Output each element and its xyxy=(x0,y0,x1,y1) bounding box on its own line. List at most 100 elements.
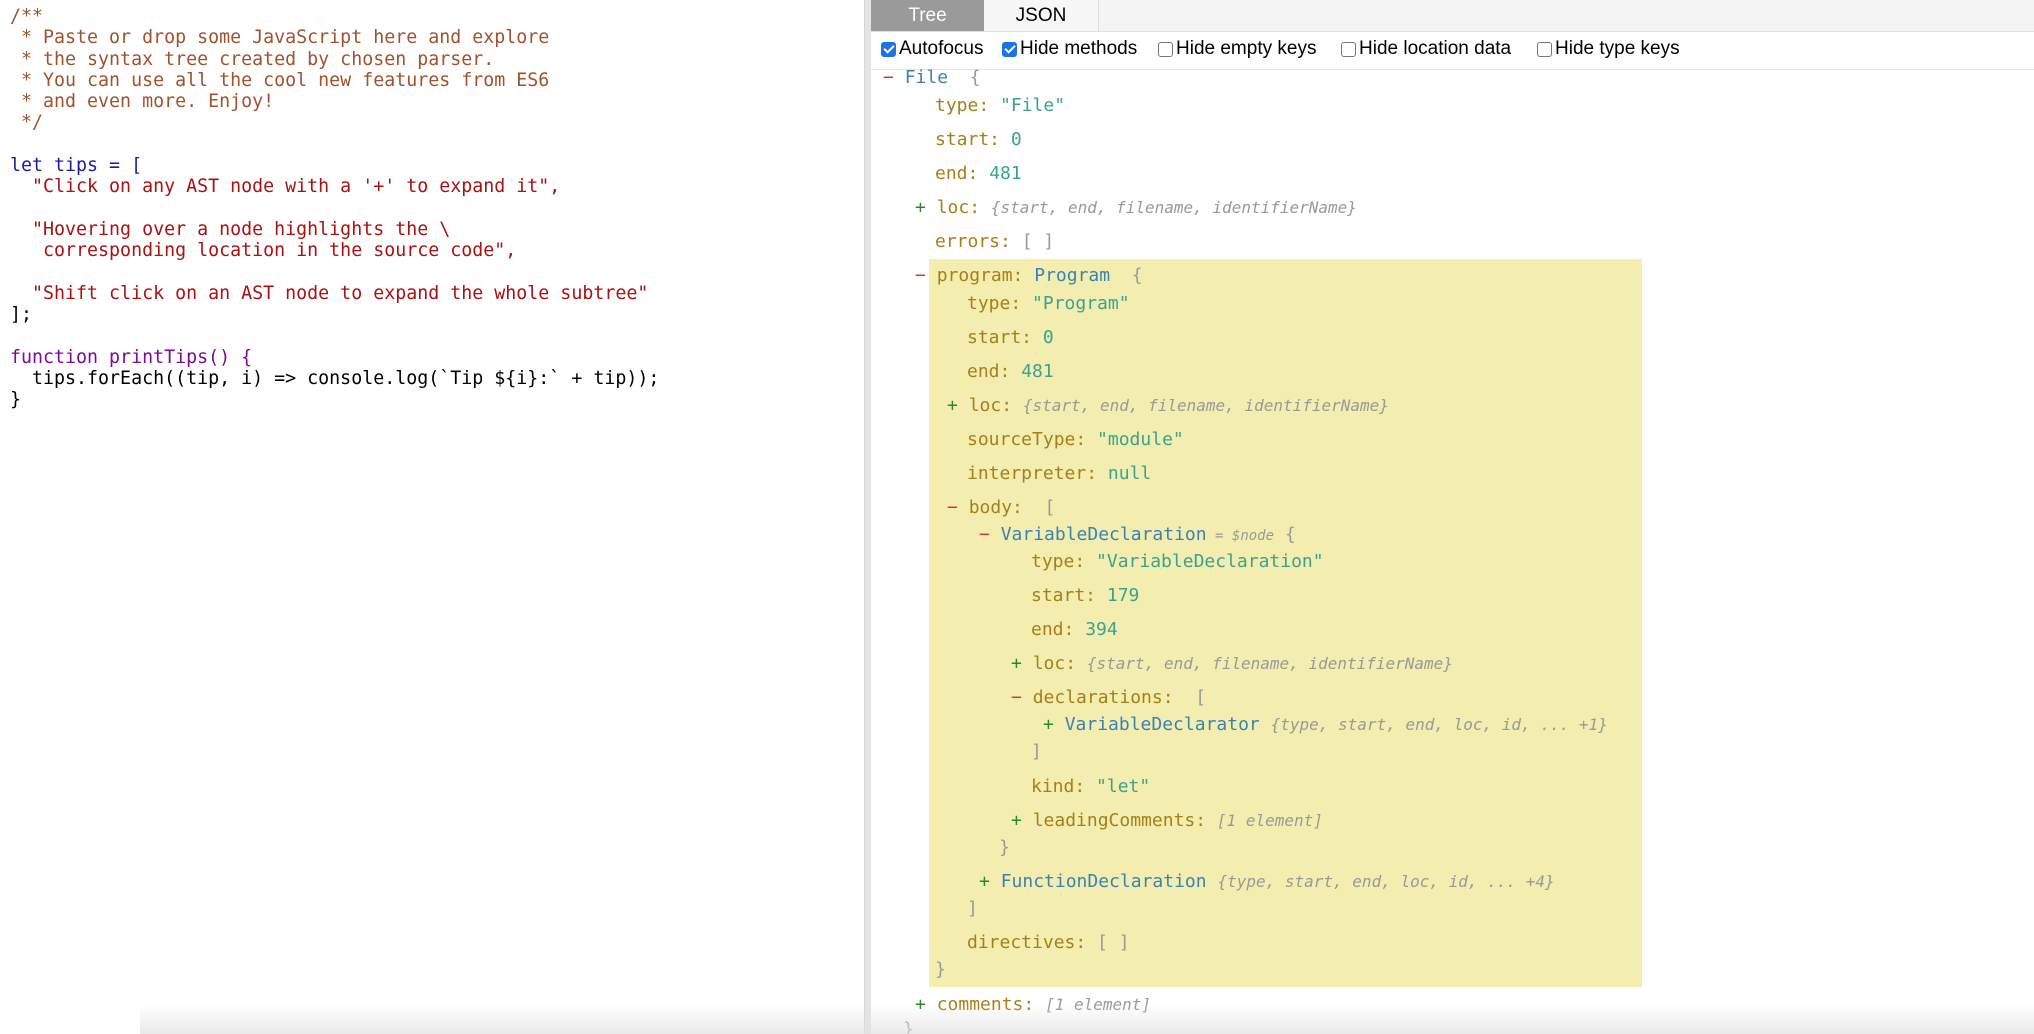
prop-key: type: xyxy=(967,293,1033,314)
code-editor[interactable]: /** * Paste or drop some JavaScript here… xyxy=(0,0,864,1034)
code-line: "Hovering over a node highlights the \ xyxy=(10,218,451,240)
bracket: [ xyxy=(1184,687,1207,708)
prop-key: type: xyxy=(1031,551,1097,572)
expand-toggle[interactable]: + xyxy=(1043,714,1065,735)
prop-key: start: xyxy=(967,327,1043,348)
tree-prop-start: start: 0 xyxy=(935,128,1022,152)
node-type: VariableDeclaration xyxy=(1000,524,1207,545)
prop-value: 0 xyxy=(1010,129,1022,150)
tree-prop-end: end: 394 xyxy=(1031,618,1118,642)
brace-close: } xyxy=(935,959,946,980)
code-line: ]; xyxy=(10,304,33,326)
tree-prop-body[interactable]: − body: [ xyxy=(947,496,1055,520)
prop-key: end: xyxy=(967,361,1022,382)
prop-value: "Program" xyxy=(1032,293,1130,314)
tree-prop-start: start: 0 xyxy=(967,326,1054,350)
tree-prop-directives: directives: [ ] xyxy=(967,931,1130,955)
tree-prop-loc[interactable]: + loc: {start, end, filename, identifier… xyxy=(915,196,1357,220)
node-summary: {type, start, end, loc, id, ... +4} xyxy=(1217,872,1555,891)
code-text[interactable]: /** * Paste or drop some JavaScript here… xyxy=(10,6,659,411)
output-pane: Tree JSON Autofocus Hide methods Hide em… xyxy=(871,0,2034,1034)
code-line: * and even more. Enjoy! xyxy=(10,91,275,113)
tree-prop-kind: kind: "let" xyxy=(1031,775,1150,799)
prop-value: "File" xyxy=(1000,95,1066,116)
code-line: corresponding location in the source cod… xyxy=(10,240,517,262)
collapse-toggle[interactable]: − xyxy=(1011,687,1033,708)
tree-prop-leading-comments[interactable]: + leadingComments: [1 element] xyxy=(1011,809,1323,833)
node-summary: {type, start, end, loc, id, ... +1} xyxy=(1270,715,1608,734)
code-line: let tips = [ xyxy=(10,155,143,177)
tree-prop-interpreter: interpreter: null xyxy=(967,462,1151,486)
prop-value: [ ] xyxy=(1097,932,1130,953)
tree-prop-start: start: 179 xyxy=(1031,584,1139,608)
expand-toggle[interactable]: + xyxy=(915,197,937,218)
tree-prop-sourcetype: sourceType: "module" xyxy=(967,428,1184,452)
prop-value: 0 xyxy=(1042,327,1054,348)
expand-toggle[interactable]: + xyxy=(979,871,1001,892)
brace: { xyxy=(1274,524,1296,545)
prop-key: leadingComments: xyxy=(1032,810,1217,831)
ast-tree: − File { type: "File" start: 0 end: 481 … xyxy=(871,0,2034,1034)
tree-node-variable-declaration[interactable]: − VariableDeclaration = $node { xyxy=(979,523,1296,547)
prop-key: declarations: xyxy=(1032,687,1185,708)
tree-prop-declarations[interactable]: − declarations: [ xyxy=(1011,686,1206,710)
prop-key: loc: xyxy=(968,395,1023,416)
code-line: "Shift click on an AST node to expand th… xyxy=(10,282,649,304)
prop-key: interpreter: xyxy=(967,463,1108,484)
prop-key: body: xyxy=(968,497,1034,518)
expand-toggle[interactable]: + xyxy=(1011,653,1033,674)
prop-value: 179 xyxy=(1106,585,1140,606)
collapse-toggle[interactable]: − xyxy=(979,524,1001,545)
expand-toggle[interactable]: + xyxy=(947,395,969,416)
tree-prop-type: type: "File" xyxy=(935,94,1065,118)
prop-key: start: xyxy=(935,129,1011,150)
tree-prop-loc[interactable]: + loc: {start, end, filename, identifier… xyxy=(1011,652,1453,676)
prop-key: end: xyxy=(1031,619,1086,640)
bracket: [ xyxy=(1033,497,1056,518)
node-type: File xyxy=(904,67,949,88)
tree-prop-end: end: 481 xyxy=(967,360,1054,384)
prop-value: null xyxy=(1107,463,1152,484)
node-type: Program xyxy=(1034,265,1111,286)
code-line: function printTips() { xyxy=(10,346,253,368)
node-hint-text: = $node xyxy=(1215,528,1275,544)
prop-summary: {start, end, filename, identifierName} xyxy=(1022,396,1389,415)
tree-node-function-declaration[interactable]: + FunctionDeclaration {type, start, end,… xyxy=(979,870,1555,894)
prop-value: 481 xyxy=(1021,361,1054,382)
collapse-toggle[interactable]: − xyxy=(915,265,937,286)
prop-key: kind: xyxy=(1031,776,1097,797)
prop-key: errors: xyxy=(935,231,1022,252)
bottom-shadow xyxy=(140,1004,2034,1034)
prop-key: loc: xyxy=(936,197,991,218)
prop-key: loc: xyxy=(1032,653,1087,674)
prop-key: program: xyxy=(936,265,1035,286)
tree-prop-loc[interactable]: + loc: {start, end, filename, identifier… xyxy=(947,394,1389,418)
prop-value: [ ] xyxy=(1021,231,1055,252)
prop-value: "let" xyxy=(1096,776,1151,797)
prop-key: directives: xyxy=(967,932,1098,953)
tree-node-program[interactable]: − program: Program { xyxy=(915,264,1143,288)
tree-prop-type: type: "VariableDeclaration" xyxy=(1031,550,1324,574)
prop-value: 394 xyxy=(1085,619,1118,640)
code-line: */ xyxy=(10,112,44,134)
tree-prop-type: type: "Program" xyxy=(967,292,1130,316)
prop-summary: [1 element] xyxy=(1216,811,1323,830)
brace: { xyxy=(1110,265,1143,286)
code-line: * You can use all the cool new features … xyxy=(10,69,550,91)
prop-key: type: xyxy=(935,95,1001,116)
collapse-toggle[interactable]: − xyxy=(883,67,905,88)
prop-key: end: xyxy=(935,163,990,184)
tree-node-file[interactable]: − File { xyxy=(883,66,981,90)
code-line: tips.forEach((tip, i) => console.log(`Ti… xyxy=(10,368,660,390)
collapse-toggle[interactable]: − xyxy=(947,497,969,518)
node-type: FunctionDeclaration xyxy=(1000,871,1207,892)
tree-node-variable-declarator[interactable]: + VariableDeclarator {type, start, end, … xyxy=(1043,713,1608,737)
bracket-close: ] xyxy=(967,898,978,919)
bracket-close: ] xyxy=(1031,741,1042,762)
prop-summary: {start, end, filename, identifierName} xyxy=(990,198,1357,217)
tree-prop-errors: errors: [ ] xyxy=(935,230,1054,254)
prop-summary: {start, end, filename, identifierName} xyxy=(1086,654,1453,673)
code-line: } xyxy=(10,389,22,411)
expand-toggle[interactable]: + xyxy=(1011,810,1033,831)
brace-close: } xyxy=(999,837,1010,858)
